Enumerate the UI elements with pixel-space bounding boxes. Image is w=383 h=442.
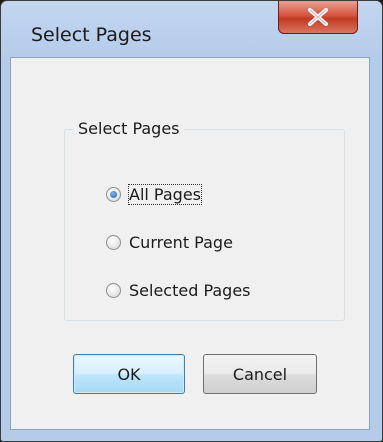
radio-button[interactable]: [106, 234, 121, 250]
dialog-window: Select Pages Select Pages All Pages Curr…: [0, 0, 383, 442]
group-legend: Select Pages: [74, 118, 184, 140]
radio-label: Current Page: [129, 232, 233, 252]
select-pages-group: Select Pages All Pages Current Page Sele…: [64, 118, 345, 321]
radio-button[interactable]: [106, 282, 121, 298]
close-icon: [308, 8, 328, 26]
cancel-button[interactable]: Cancel: [203, 354, 317, 394]
radio-current-page[interactable]: Current Page: [106, 228, 233, 256]
radio-button-checked[interactable]: [106, 186, 121, 202]
dialog-title: Select Pages: [31, 24, 152, 46]
radio-label: Selected Pages: [129, 280, 251, 300]
radio-all-pages[interactable]: All Pages: [106, 180, 202, 208]
radio-label: All Pages: [128, 183, 202, 205]
title-bar[interactable]: Select Pages: [1, 1, 382, 57]
dialog-content: Select Pages All Pages Current Page Sele…: [10, 57, 370, 430]
ok-button[interactable]: OK: [73, 354, 185, 394]
close-button[interactable]: [278, 1, 358, 34]
radio-selected-pages[interactable]: Selected Pages: [106, 276, 251, 304]
